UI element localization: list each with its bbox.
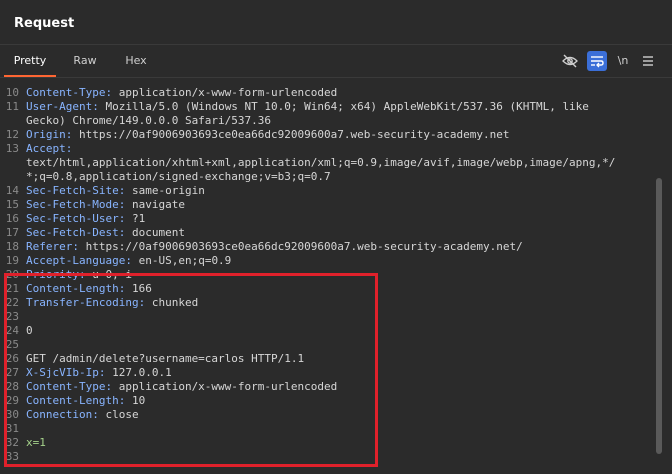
header-name: Referer: — [26, 240, 79, 253]
line-content: Sec-Fetch-Mode: navigate — [26, 198, 185, 212]
line-number: 13 — [5, 142, 19, 155]
line-number: 15 — [5, 198, 19, 211]
header-name: Content-Type: — [26, 86, 113, 99]
line-content: text/html,application/xhtml+xml,applicat… — [26, 156, 615, 170]
code-line[interactable]: 13 Accept: — [0, 142, 650, 156]
line-content: Origin: https://0af9006903693ce0ea66dc92… — [26, 128, 509, 142]
highlight-box — [4, 273, 378, 467]
header-name: Origin: — [26, 128, 73, 141]
header-value — [72, 142, 79, 155]
line-content: User-Agent: Mozilla/5.0 (Windows NT 10.0… — [26, 100, 589, 114]
header-value: document — [125, 226, 185, 239]
panel-title: Request — [14, 16, 75, 31]
header-name: Sec-Fetch-Site: — [26, 184, 126, 197]
code-line[interactable]: 16 Sec-Fetch-User: ?1 — [0, 212, 650, 226]
code-line[interactable]: 15 Sec-Fetch-Mode: navigate — [0, 198, 650, 212]
header-name: Sec-Fetch-User: — [26, 212, 126, 225]
eye-slash-icon[interactable] — [561, 51, 579, 71]
vertical-scrollbar[interactable] — [664, 78, 672, 474]
line-number: 16 — [5, 212, 19, 225]
tab-raw[interactable]: Raw — [62, 45, 108, 77]
header-name: Sec-Fetch-Mode: — [26, 198, 126, 211]
code-line[interactable]: 11 User-Agent: Mozilla/5.0 (Windows NT 10… — [0, 100, 650, 114]
line-number: 14 — [5, 184, 19, 197]
line-content: Sec-Fetch-Site: same-origin — [26, 184, 205, 198]
header-name: Accept: — [26, 142, 73, 155]
line-content: *;q=0.8,application/signed-exchange;v=b3… — [26, 170, 331, 184]
header-value: navigate — [125, 198, 185, 211]
header-name: Sec-Fetch-Dest: — [26, 226, 126, 239]
header-name: Accept-Language: — [26, 254, 132, 267]
header-value: same-origin — [125, 184, 205, 197]
line-number: 18 — [5, 240, 19, 253]
panel-header: Request — [0, 0, 672, 45]
line-number: 17 — [5, 226, 19, 239]
scrollbar-thumb[interactable] — [656, 178, 662, 454]
view-tabs: Pretty Raw Hex \n — [0, 45, 672, 78]
line-content: Gecko) Chrome/149.0.0.0 Safari/537.36 — [26, 114, 271, 128]
header-value: https://0af9006903693ce0ea66dc92009600a7… — [72, 128, 510, 141]
newline-toggle-button[interactable]: \n — [614, 51, 632, 71]
line-number: 10 — [5, 86, 19, 99]
header-name: User-Agent: — [26, 100, 99, 113]
line-number: 19 — [5, 254, 19, 267]
code-line[interactable]: 17 Sec-Fetch-Dest: document — [0, 226, 650, 240]
body-text: text/html,application/xhtml+xml,applicat… — [26, 156, 616, 169]
header-value: application/x-www-form-urlencoded — [112, 86, 338, 99]
tab-hex[interactable]: Hex — [114, 45, 158, 77]
hamburger-menu-icon[interactable] — [640, 51, 656, 71]
line-content: Sec-Fetch-Dest: document — [26, 226, 185, 240]
line-content: Accept: — [26, 142, 79, 156]
code-line[interactable]: text/html,application/xhtml+xml,applicat… — [0, 156, 650, 170]
line-content: Sec-Fetch-User: ?1 — [26, 212, 145, 226]
tab-pretty[interactable]: Pretty — [4, 45, 56, 77]
header-value: Mozilla/5.0 (Windows NT 10.0; Win64; x64… — [98, 100, 589, 113]
code-line[interactable] — [0, 78, 650, 86]
line-content: Accept-Language: en-US,en;q=0.9 — [26, 254, 231, 268]
body-text: Gecko) Chrome/149.0.0.0 Safari/537.36 — [26, 114, 272, 127]
line-content: Content-Type: application/x-www-form-url… — [26, 86, 337, 100]
header-value: https://0af9006903693ce0ea66dc92009600a7… — [78, 240, 523, 253]
line-number: 12 — [5, 128, 19, 141]
wrap-lines-icon[interactable] — [587, 51, 607, 71]
header-value: ?1 — [125, 212, 146, 225]
code-line[interactable]: 19 Accept-Language: en-US,en;q=0.9 — [0, 254, 650, 268]
code-line[interactable]: 14 Sec-Fetch-Site: same-origin — [0, 184, 650, 198]
code-line[interactable]: 12 Origin: https://0af9006903693ce0ea66dc… — [0, 128, 650, 142]
body-text: *;q=0.8,application/signed-exchange;v=b3… — [26, 170, 331, 183]
line-content: Referer: https://0af9006903693ce0ea66dc9… — [26, 240, 523, 254]
code-line[interactable]: 18 Referer: https://0af9006903693ce0ea66d… — [0, 240, 650, 254]
code-line[interactable]: Gecko) Chrome/149.0.0.0 Safari/537.36 — [0, 114, 650, 128]
code-line[interactable]: *;q=0.8,application/signed-exchange;v=b3… — [0, 170, 650, 184]
code-line[interactable]: 10 Content-Type: application/x-www-form-u… — [0, 86, 650, 100]
line-number: 11 — [5, 100, 19, 113]
header-value: en-US,en;q=0.9 — [131, 254, 232, 267]
